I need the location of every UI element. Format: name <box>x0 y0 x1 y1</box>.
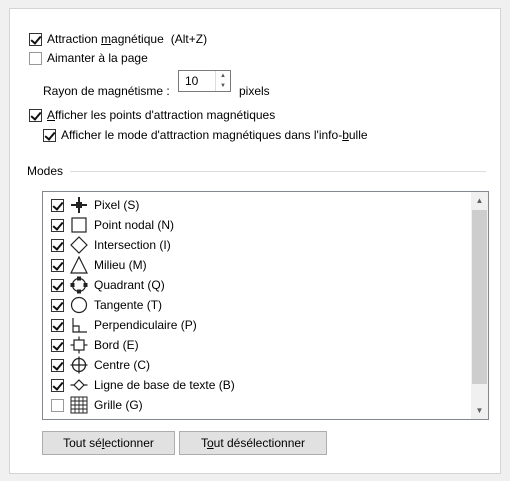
quadrant-icon <box>70 276 88 294</box>
mode-label: Perpendiculaire (P) <box>94 318 197 332</box>
mode-label: Bord (E) <box>94 338 139 352</box>
mode-checkbox[interactable] <box>51 218 64 232</box>
select-all-button[interactable]: Tout sélectionner <box>42 431 175 455</box>
show-mode-label: Afficher le mode d'attraction magnétique… <box>61 128 368 142</box>
scroll-up-icon[interactable]: ▲ <box>471 192 488 209</box>
show-points-label: Afficher les points d'attraction magnéti… <box>47 108 276 122</box>
deselect-all-button[interactable]: Tout désélectionner <box>179 431 327 455</box>
intersection-icon <box>70 236 88 254</box>
mode-checkbox[interactable] <box>51 258 64 272</box>
stepper-down-icon[interactable]: ▼ <box>216 81 230 91</box>
snap-radius-stepper[interactable]: ▲ ▼ <box>178 70 231 92</box>
mode-item-grid[interactable]: Grille (G) <box>51 395 143 415</box>
snap-shortcut: (Alt+Z) <box>170 32 208 46</box>
midpoint-icon <box>70 256 88 274</box>
mode-item-pixel[interactable]: Pixel (S) <box>51 195 139 215</box>
page-snap-label: Aimanter à la page <box>47 51 148 65</box>
mode-label: Ligne de base de texte (B) <box>94 378 235 392</box>
center-icon <box>70 356 88 374</box>
modes-label: Modes <box>27 164 64 178</box>
mode-item-perpendicular[interactable]: Perpendiculaire (P) <box>51 315 197 335</box>
mode-item-edge[interactable]: Bord (E) <box>51 335 139 355</box>
snap-radius-unit: pixels <box>239 84 270 98</box>
mode-label: Intersection (I) <box>94 238 171 252</box>
mode-checkbox[interactable] <box>51 238 64 252</box>
page-snap-checkbox[interactable] <box>29 51 42 65</box>
mode-label: Pixel (S) <box>94 198 140 212</box>
mode-item-center[interactable]: Centre (C) <box>51 355 150 375</box>
mode-label: Point nodal (N) <box>94 218 175 232</box>
mode-item-quadrant[interactable]: Quadrant (Q) <box>51 275 165 295</box>
snap-checkbox[interactable] <box>29 32 42 46</box>
pixel-icon <box>71 197 87 213</box>
scroll-down-icon[interactable]: ▼ <box>471 402 488 419</box>
show-mode-checkbox[interactable] <box>43 128 56 142</box>
snap-option[interactable]: Attraction magnétique (Alt+Z) <box>29 31 207 47</box>
snap-radius-label: Rayon de ma g nétisme : <box>43 84 170 98</box>
modes-divider <box>70 171 486 172</box>
mode-checkbox[interactable] <box>51 318 64 332</box>
mode-item-nodal-point[interactable]: Point nodal (N) <box>51 215 174 235</box>
mode-label: Milieu (M) <box>94 258 147 272</box>
edge-icon <box>70 336 88 354</box>
mode-label: Grille (G) <box>94 398 143 412</box>
mode-checkbox[interactable] <box>51 358 64 372</box>
text-baseline-icon <box>70 379 88 391</box>
stepper-up-icon[interactable]: ▲ <box>216 71 230 81</box>
grid-icon <box>70 396 88 414</box>
mode-item-text-baseline[interactable]: Ligne de base de texte (B) <box>51 375 235 395</box>
snap-settings-panel: Attraction magnétique (Alt+Z) Aimanter à… <box>9 8 501 474</box>
tangent-icon <box>70 296 88 314</box>
show-mode-option[interactable]: Afficher le mode d'attraction magnétique… <box>43 127 368 143</box>
mode-checkbox[interactable] <box>51 378 64 392</box>
mode-item-tangent[interactable]: Tangente (T) <box>51 295 162 315</box>
mode-checkbox[interactable] <box>51 278 64 292</box>
modes-list[interactable]: Pixel (S) Point nodal (N) Intersection (… <box>42 191 489 420</box>
nodal-point-icon <box>71 217 87 233</box>
mode-checkbox[interactable] <box>51 398 64 412</box>
perpendicular-icon <box>72 318 87 333</box>
mode-item-intersection[interactable]: Intersection (I) <box>51 235 171 255</box>
mode-label: Tangente (T) <box>94 298 163 312</box>
mode-checkbox[interactable] <box>51 198 64 212</box>
mode-label: Quadrant (Q) <box>94 278 165 292</box>
mode-checkbox[interactable] <box>51 338 64 352</box>
scrollbar-thumb[interactable] <box>472 210 487 384</box>
modes-scrollbar[interactable]: ▲ ▼ <box>471 192 488 419</box>
page-snap-option[interactable]: Aimanter à la page <box>29 50 148 66</box>
snap-radius-input[interactable] <box>179 71 215 91</box>
snap-label: Attraction magnétique <box>47 32 164 46</box>
mode-checkbox[interactable] <box>51 298 64 312</box>
show-points-option[interactable]: Afficher les points d'attraction magnéti… <box>29 107 275 123</box>
mode-item-midpoint[interactable]: Milieu (M) <box>51 255 147 275</box>
show-points-checkbox[interactable] <box>29 108 42 122</box>
mode-label: Centre (C) <box>94 358 151 372</box>
